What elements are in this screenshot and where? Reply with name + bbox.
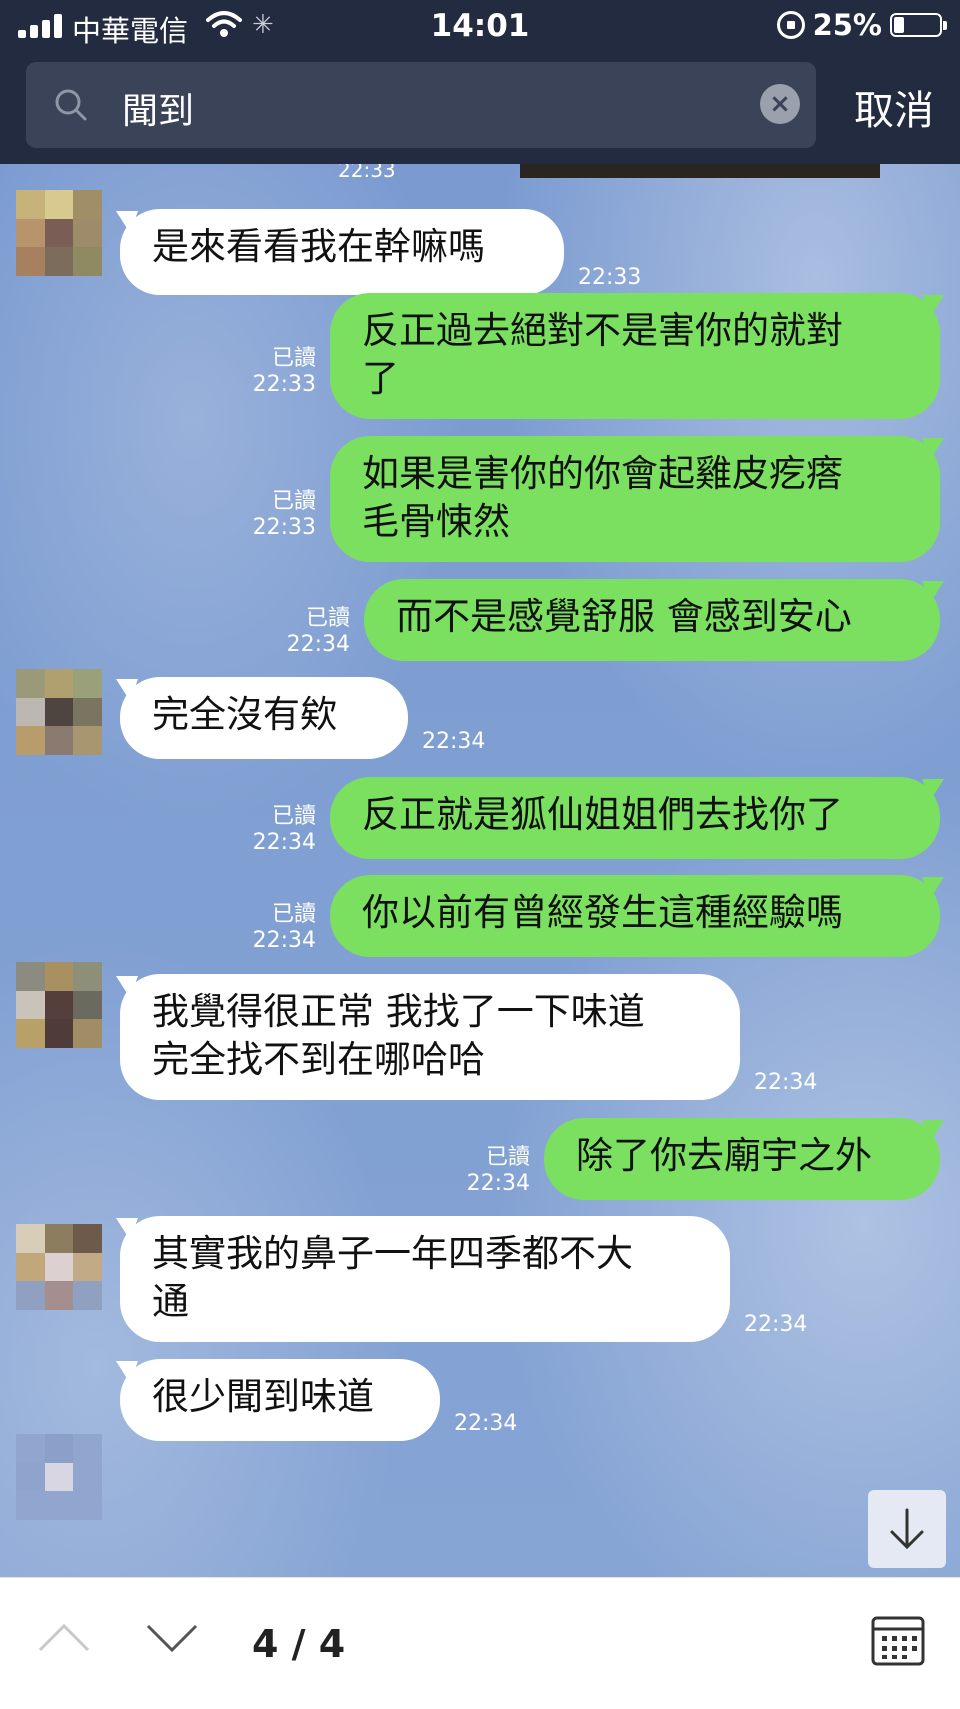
message-text-line: 是來看看我在幹嘛嗎 [152,225,485,268]
outgoing-message-bubble[interactable]: 如果是害你的你會起雞皮疙瘩 毛骨悚然 [330,436,940,562]
message-text-line: 毛骨悚然 [362,500,510,543]
message-meta: 22:33 [578,265,641,291]
battery-percent: 25% [812,8,882,42]
incoming-message-bubble[interactable]: 完全沒有欸 [120,677,408,759]
message-meta: 已讀 22:34 [253,902,316,954]
previous-result-button[interactable] [36,1618,92,1658]
image-message-fragment [520,164,880,178]
cancel-button[interactable]: 取消 [854,78,934,136]
search-input[interactable]: 聞到 [122,82,194,134]
message-time: 22:34 [286,632,350,657]
message-time: 22:34 [422,729,486,754]
message-meta: 已讀 22:33 [253,489,316,541]
next-result-button[interactable] [144,1618,200,1658]
message-meta: 22:34 [754,1070,817,1096]
message-text-line: 了 [362,357,399,400]
message-text-line: 你以前有曾經發生這種經驗嗎 [362,891,843,934]
message-meta: 22:34 [454,1411,517,1437]
message-time: 22:34 [744,1312,808,1337]
read-receipt: 已讀 [271,902,316,927]
message-text-line: 完全沒有欸 [152,693,337,736]
read-receipt: 已讀 [271,489,316,514]
message-text-line: 反正就是狐仙姐姐們去找你了 [362,793,843,836]
search-navigation-bar: 4 / 4 [0,1577,960,1709]
scroll-to-bottom-button[interactable] [868,1490,946,1568]
message-time: 22:34 [466,1171,530,1196]
message-meta: 已讀 22:33 [253,346,316,398]
message-text-line: 如果是害你的你會起雞皮疙瘩 [362,452,843,495]
message-text-line: 通 [152,1280,189,1323]
avatar[interactable] [16,669,102,755]
calendar-icon[interactable] [870,1612,926,1668]
message-time: 22:33 [252,515,316,540]
message-time: 22:34 [252,928,316,953]
message-text-line: 很少聞到味道 [152,1375,374,1418]
search-field[interactable]: 聞到 × [26,62,816,148]
search-icon [55,89,87,121]
read-receipt: 已讀 [271,804,316,829]
outgoing-message-bubble[interactable]: 反正過去絕對不是害你的就對了 [330,293,940,419]
message-text-line: 除了你去廟宇之外 [576,1134,872,1177]
read-receipt: 已讀 [271,346,316,371]
rotation-lock-icon [776,11,805,39]
avatar[interactable] [16,962,102,1048]
outgoing-message-bubble[interactable]: 反正就是狐仙姐姐們去找你了 [330,777,940,859]
status-bar: 中華電信 ✳ 14:01 25% [0,0,960,54]
message-meta: 已讀 22:34 [253,804,316,856]
message-text-line: 而不是感覺舒服 會感到安心 [396,595,852,638]
message-text-line: 其實我的鼻子一年四季都不大 [152,1232,633,1275]
read-receipt: 已讀 [485,1145,530,1170]
previous-message-fragment: 22:33 [0,164,960,182]
message-meta: 已讀 22:34 [287,606,350,658]
incoming-message-bubble[interactable]: 其實我的鼻子一年四季都不大通 [120,1216,730,1342]
avatar[interactable] [16,1434,102,1520]
top-bar: 中華電信 ✳ 14:01 25% 聞到 × 取消 [0,0,960,164]
incoming-message-bubble[interactable]: 很少聞到味道 [120,1359,440,1441]
message-time: 22:33 [338,164,396,182]
battery-icon [890,13,947,37]
outgoing-message-bubble[interactable]: 而不是感覺舒服 會感到安心 [364,579,940,661]
message-time: 22:33 [252,372,316,397]
message-text-line: 我覺得很正常 我找了一下味道 [152,990,645,1033]
message-time: 22:34 [454,1411,518,1436]
message-text-line: 完全找不到在哪哈哈 [152,1038,485,1081]
message-meta: 22:34 [744,1312,807,1338]
result-counter: 4 / 4 [252,1622,346,1666]
clear-search-icon[interactable]: × [760,84,800,124]
message-time: 22:34 [252,830,316,855]
message-time: 22:34 [754,1070,818,1095]
outgoing-message-bubble[interactable]: 你以前有曾經發生這種經驗嗎 [330,875,940,957]
avatar[interactable] [16,190,102,276]
chat-area[interactable]: 22:33 是來看看我在幹嘛嗎 22:33 反正過去絕對不是害你的就對了已讀 22:3… [0,164,960,1577]
arrow-down-icon [890,1508,924,1550]
message-meta: 已讀 22:34 [467,1145,530,1197]
message-time: 22:33 [578,265,642,290]
message-meta: 22:34 [422,729,485,755]
incoming-message-bubble[interactable]: 我覺得很正常 我找了一下味道 完全找不到在哪哈哈 [120,974,740,1100]
outgoing-message-bubble[interactable]: 除了你去廟宇之外 [544,1118,940,1200]
message-text-line: 反正過去絕對不是害你的就對 [362,309,843,352]
incoming-message-bubble[interactable]: 是來看看我在幹嘛嗎 [120,209,564,295]
read-receipt: 已讀 [305,606,350,631]
battery-indicator: 25% [776,8,947,42]
avatar[interactable] [16,1224,102,1310]
